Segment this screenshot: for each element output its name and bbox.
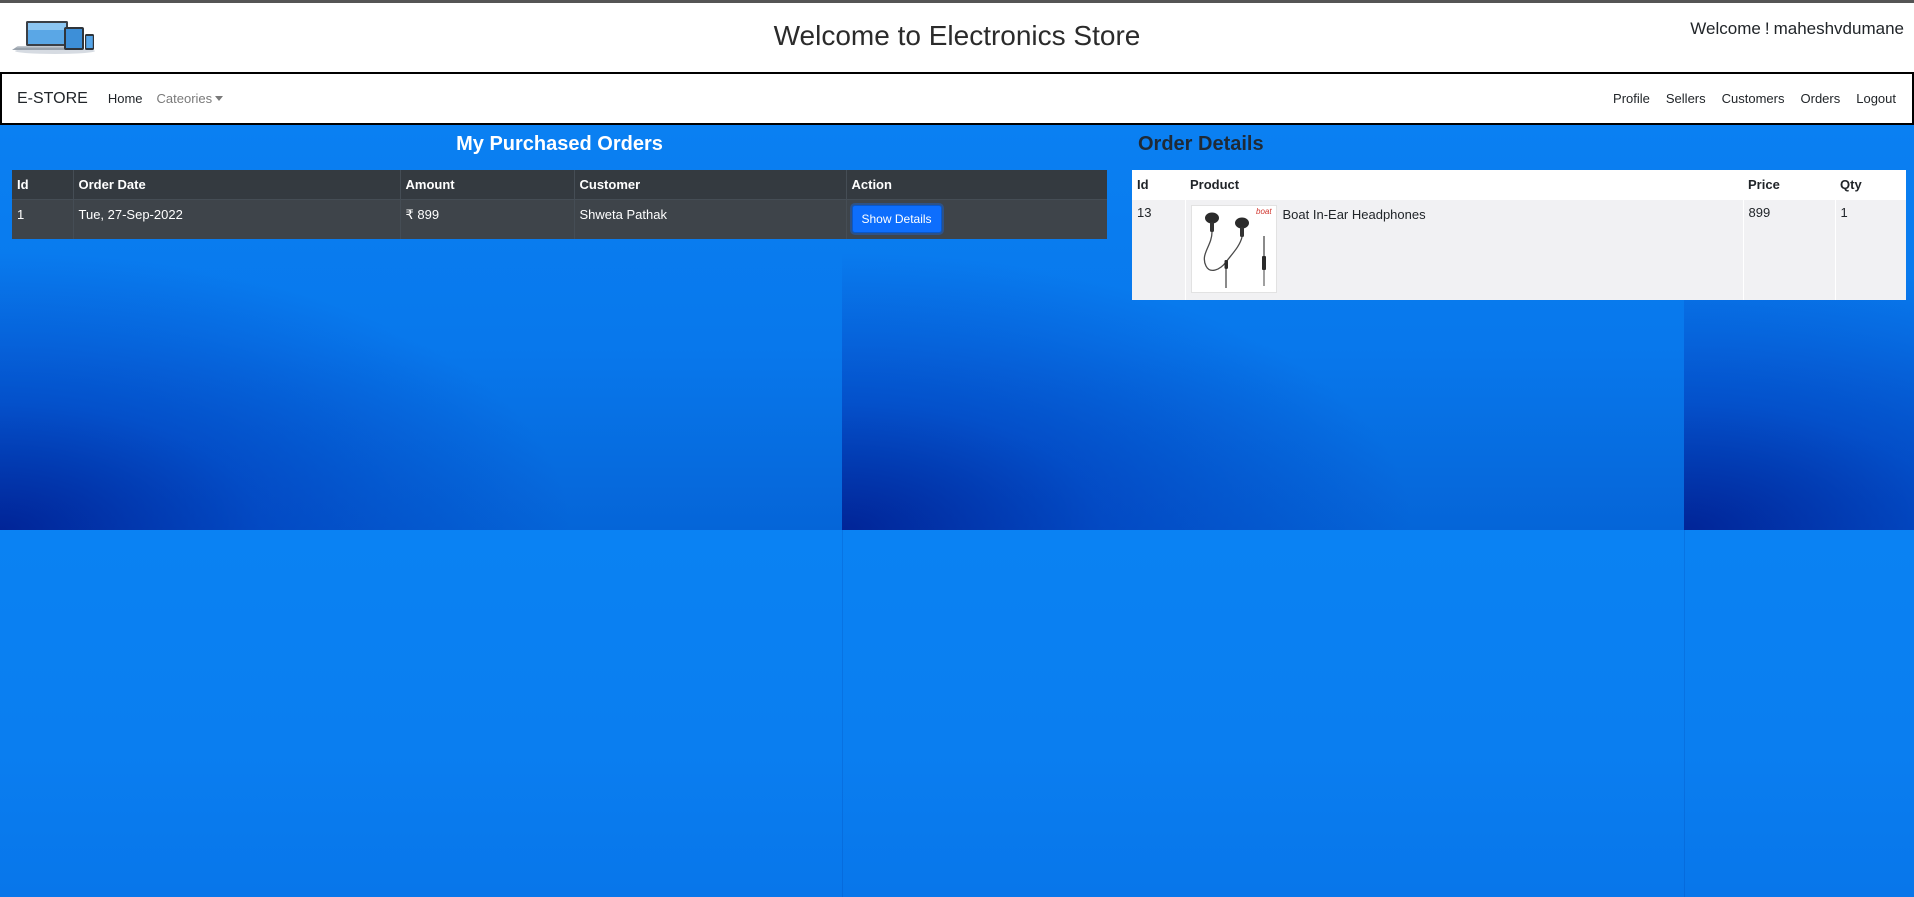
nav-categories-dropdown[interactable]: Cateories bbox=[157, 91, 224, 106]
column-header-id: Id bbox=[1137, 177, 1149, 192]
welcome-message: Welcome! maheshvdumane bbox=[1690, 19, 1904, 39]
purchased-orders-table: Id Order Date Amount Customer Action 1 T… bbox=[12, 170, 1107, 239]
table-header-row: Id Order Date Amount Customer Action bbox=[12, 170, 1107, 200]
detail-price-cell: 899 bbox=[1743, 200, 1836, 300]
show-details-button[interactable]: Show Details bbox=[851, 205, 942, 233]
table-row: 1 Tue, 27-Sep-2022 ₹ 899 Shweta Pathak S… bbox=[12, 199, 1107, 239]
nav-home-link[interactable]: Home bbox=[108, 91, 143, 106]
order-details-table: Id Product Price Qty 13 boat Boat In-Ear… bbox=[1132, 170, 1906, 300]
table-row: 13 boat Boat In-Ear Headphones 899 1 bbox=[1132, 200, 1906, 300]
earphones-image: boat bbox=[1190, 205, 1277, 293]
nav-profile-link[interactable]: Profile bbox=[1613, 91, 1650, 106]
table-header-row: Id Product Price Qty bbox=[1132, 170, 1906, 200]
background-lower bbox=[0, 530, 1914, 897]
background-seam bbox=[1684, 530, 1685, 897]
nav-sellers-link[interactable]: Sellers bbox=[1666, 91, 1706, 106]
product-name: Boat In-Ear Headphones bbox=[1282, 207, 1426, 222]
column-header-qty: Qty bbox=[1840, 177, 1862, 192]
welcome-separator: ! bbox=[1764, 19, 1770, 38]
detail-product-cell: boat Boat In-Ear Headphones bbox=[1185, 200, 1744, 300]
welcome-prefix: Welcome bbox=[1690, 19, 1761, 38]
detail-qty-cell: 1 bbox=[1835, 200, 1906, 300]
order-customer-cell: Shweta Pathak bbox=[574, 199, 847, 239]
site-header: Welcome to Electronics Store Welcome! mah… bbox=[0, 3, 1914, 72]
nav-logout-link[interactable]: Logout bbox=[1856, 91, 1896, 106]
order-details-title: Order Details bbox=[1138, 133, 1264, 155]
column-header-id: Id bbox=[12, 170, 74, 200]
order-amount-cell: ₹ 899 bbox=[400, 199, 575, 239]
product-brand-mark: boat bbox=[1256, 207, 1272, 216]
main-navbar: E-STORE Home Cateories Profile Sellers C… bbox=[0, 72, 1914, 125]
nav-right-group: Profile Sellers Customers Orders Logout bbox=[1613, 91, 1896, 106]
nav-customers-link[interactable]: Customers bbox=[1722, 91, 1785, 106]
column-header-product: Product bbox=[1190, 177, 1240, 192]
order-id-cell: 1 bbox=[12, 199, 74, 239]
product-cell-content: boat Boat In-Ear Headphones bbox=[1190, 205, 1738, 293]
brand-link[interactable]: E-STORE bbox=[17, 90, 88, 108]
site-title: Welcome to Electronics Store bbox=[773, 20, 1141, 51]
column-header-customer: Customer bbox=[574, 170, 847, 200]
order-action-cell: Show Details bbox=[846, 199, 1107, 239]
column-header-amount: Amount bbox=[400, 170, 575, 200]
nav-orders-link[interactable]: Orders bbox=[1801, 91, 1841, 106]
username: maheshvdumane bbox=[1773, 19, 1904, 38]
caret-down-icon bbox=[215, 96, 224, 101]
column-header-action: Action bbox=[846, 170, 1107, 200]
nav-left-group: Home Cateories bbox=[108, 91, 224, 106]
background-seam bbox=[842, 530, 843, 897]
purchased-orders-title: My Purchased Orders bbox=[456, 133, 663, 155]
column-header-price: Price bbox=[1748, 177, 1780, 192]
order-date-cell: Tue, 27-Sep-2022 bbox=[73, 199, 401, 239]
nav-categories-label: Cateories bbox=[156, 91, 213, 106]
detail-id-cell: 13 bbox=[1132, 200, 1186, 300]
column-header-order-date: Order Date bbox=[73, 170, 401, 200]
